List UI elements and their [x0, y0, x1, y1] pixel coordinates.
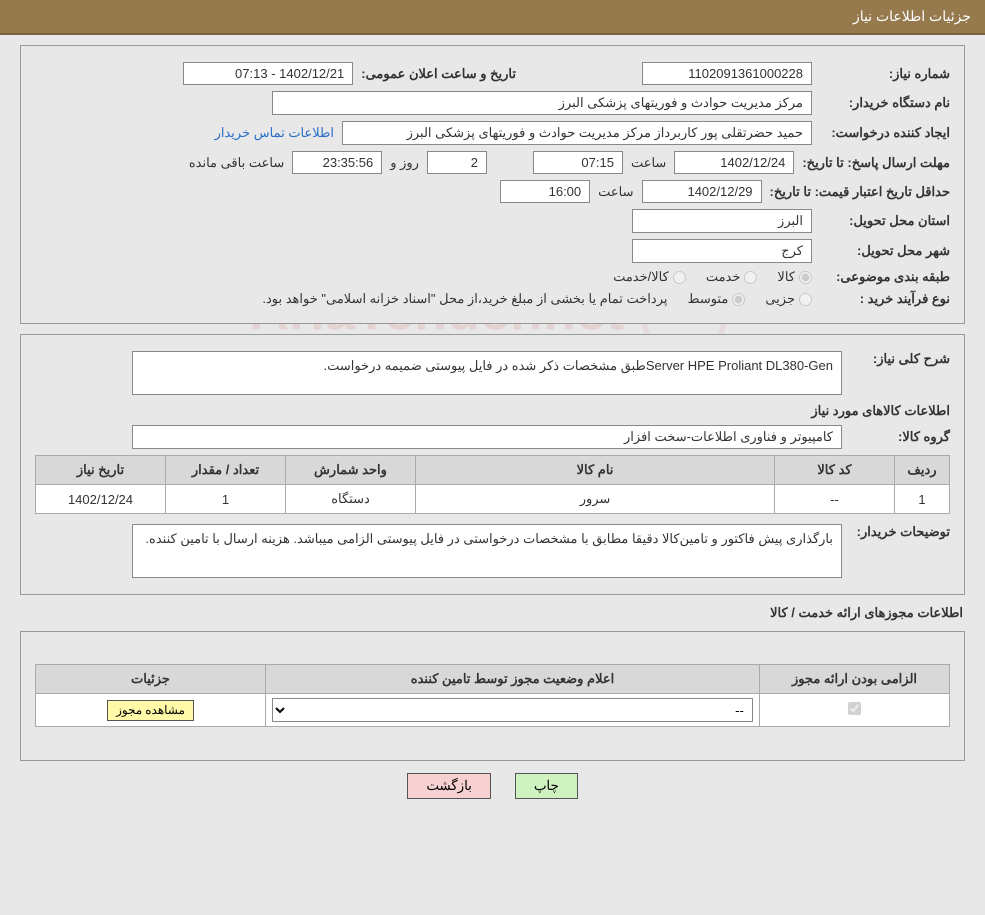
subject-goods-service-label: کالا/خدمت	[613, 269, 669, 285]
permit-status-cell: --	[266, 694, 760, 727]
hour-label-1: ساعت	[631, 155, 666, 171]
cell-unit: دستگاه	[286, 485, 416, 514]
col-details: جزئیات	[36, 665, 266, 694]
hours-remain-label: ساعت باقی مانده	[189, 155, 284, 171]
general-desc-label: شرح کلی نیاز:	[850, 351, 950, 367]
goods-table: ردیف کد کالا نام کالا واحد شمارش تعداد /…	[35, 455, 950, 514]
subject-service-label: خدمت	[706, 269, 741, 285]
reply-date-value: 1402/12/24	[674, 151, 794, 174]
permits-panel: الزامی بودن ارائه مجوز اعلام وضعیت مجوز …	[20, 631, 965, 761]
col-name: نام کالا	[416, 456, 775, 485]
delivery-province-value: البرز	[632, 209, 812, 233]
remain-days-value: 2	[427, 151, 487, 174]
col-qty: تعداد / مقدار	[166, 456, 286, 485]
announce-datetime-label: تاریخ و ساعت اعلان عمومی:	[361, 66, 516, 82]
hour-label-2: ساعت	[598, 184, 633, 200]
permits-table: الزامی بودن ارائه مجوز اعلام وضعیت مجوز …	[35, 664, 950, 727]
proc-medium-radio[interactable]	[732, 293, 745, 306]
buyer-org-value: مرکز مدیریت حوادث و فوریتهای پزشکی البرز	[272, 91, 812, 115]
need-number-label: شماره نیاز:	[820, 66, 950, 82]
proc-partial-radio[interactable]	[799, 293, 812, 306]
buyer-notes-value: بارگذاری پیش فاکتور و تامین‌کالا دقیقا م…	[132, 524, 842, 578]
col-unit: واحد شمارش	[286, 456, 416, 485]
announce-datetime-value: 1402/12/21 - 07:13	[183, 62, 353, 85]
subject-class-label: طبقه بندی موضوعی:	[820, 269, 950, 285]
col-needdate: تاریخ نیاز	[36, 456, 166, 485]
delivery-city-value: کرج	[632, 239, 812, 263]
subject-goods-radio[interactable]	[799, 271, 812, 284]
reply-deadline-label: مهلت ارسال پاسخ: تا تاریخ:	[802, 155, 950, 171]
goods-group-label: گروه کالا:	[850, 429, 950, 445]
remain-time-value: 23:35:56	[292, 151, 382, 174]
permits-heading: اطلاعات مجوزهای ارائه خدمت / کالا	[22, 605, 963, 621]
view-permit-button[interactable]: مشاهده مجوز	[107, 700, 194, 721]
permit-details-cell: مشاهده مجوز	[36, 694, 266, 727]
page-title: جزئیات اطلاعات نیاز	[853, 8, 971, 24]
general-desc-value: Server HPE Proliant DL380-Genطبق مشخصات …	[132, 351, 842, 395]
payment-note: پرداخت تمام یا بخشی از مبلغ خرید،از محل …	[262, 291, 667, 307]
buyer-org-label: نام دستگاه خریدار:	[820, 95, 950, 111]
proc-type-label: نوع فرآیند خرید :	[820, 291, 950, 307]
proc-medium-label: متوسط	[687, 291, 728, 307]
min-validity-label: حداقل تاریخ اعتبار قیمت: تا تاریخ:	[770, 184, 950, 200]
reply-hour-value: 07:15	[533, 151, 623, 174]
delivery-city-label: شهر محل تحویل:	[820, 243, 950, 259]
validity-hour-value: 16:00	[500, 180, 590, 203]
goods-panel: شرح کلی نیاز: Server HPE Proliant DL380-…	[20, 334, 965, 595]
action-bar: چاپ بازگشت	[0, 773, 985, 799]
cell-row: 1	[895, 485, 950, 514]
day-label: روز و	[390, 155, 419, 171]
back-button[interactable]: بازگشت	[407, 773, 491, 799]
proc-partial-label: جزیی	[765, 291, 795, 307]
col-code: کد کالا	[775, 456, 895, 485]
cell-needdate: 1402/12/24	[36, 485, 166, 514]
col-status: اعلام وضعیت مجوز توسط تامین کننده	[266, 665, 760, 694]
need-number-value: 1102091361000228	[642, 62, 812, 85]
creator-value: حمید حضرتقلی پور کاربرداز مرکز مدیریت حو…	[342, 121, 812, 145]
table-row: 1 -- سرور دستگاه 1 1402/12/24	[36, 485, 950, 514]
subject-goods-service-radio[interactable]	[673, 271, 686, 284]
cell-qty: 1	[166, 485, 286, 514]
creator-label: ایجاد کننده درخواست:	[820, 125, 950, 141]
delivery-province-label: استان محل تحویل:	[820, 213, 950, 229]
col-mandatory: الزامی بودن ارائه مجوز	[760, 665, 950, 694]
col-row: ردیف	[895, 456, 950, 485]
subject-service-radio[interactable]	[744, 271, 757, 284]
validity-date-value: 1402/12/29	[642, 180, 762, 203]
print-button[interactable]: چاپ	[515, 773, 578, 799]
buyer-notes-label: توضیحات خریدار:	[850, 524, 950, 540]
permit-row: -- مشاهده مجوز	[36, 694, 950, 727]
subject-goods-label: کالا	[777, 269, 795, 285]
permit-status-select[interactable]: --	[272, 698, 753, 722]
goods-info-heading: اطلاعات کالاهای مورد نیاز	[35, 403, 950, 419]
buyer-contact-link[interactable]: اطلاعات تماس خریدار	[215, 125, 334, 141]
cell-name: سرور	[416, 485, 775, 514]
permit-mandatory-checkbox[interactable]	[848, 702, 861, 715]
goods-group-value: کامپیوتر و فناوری اطلاعات-سخت افزار	[132, 425, 842, 449]
need-info-panel: شماره نیاز: 1102091361000228 تاریخ و ساع…	[20, 45, 965, 324]
permit-mandatory-cell	[760, 694, 950, 727]
cell-code: --	[775, 485, 895, 514]
page-title-bar: جزئیات اطلاعات نیاز	[0, 0, 985, 35]
